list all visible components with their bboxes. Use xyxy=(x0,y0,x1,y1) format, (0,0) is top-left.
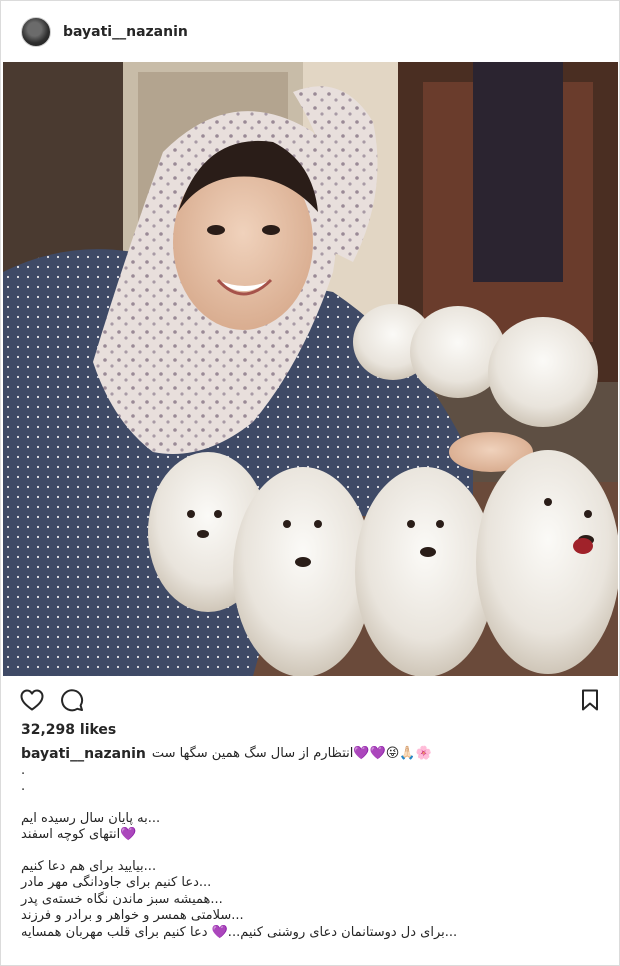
post-actions xyxy=(1,677,619,723)
comment-bubble-icon xyxy=(61,689,84,712)
caption-line: ...برای دل دوستانمان دعای روشنی کنیم...💜… xyxy=(21,924,458,940)
caption-dot-line: . xyxy=(21,779,26,794)
save-button[interactable] xyxy=(577,687,603,713)
comment-button[interactable] xyxy=(59,687,85,713)
caption-line: ...دعا کنیم برای جاودانگی مهر مادر xyxy=(21,875,212,890)
post-header: bayati__nazanin xyxy=(1,1,619,63)
instagram-post: bayati__nazanin 32,298 likes bayati__naz… xyxy=(0,0,620,966)
profile-avatar[interactable] xyxy=(21,17,51,47)
caption-line: 💜انتهای کوچه اسفند xyxy=(21,827,137,842)
post-photo[interactable] xyxy=(3,62,618,676)
post-caption: bayati__nazanin 🌸🙏🏻😜💜💜انتظارم از سال سگ … xyxy=(21,746,601,941)
post-photo-illustration xyxy=(3,62,618,676)
caption-first-line: bayati__nazanin 🌸🙏🏻😜💜💜انتظارم از سال سگ … xyxy=(21,746,601,763)
caption-line: ...همیشه سبز ماندن نگاه خسته‌ی پدر xyxy=(21,891,223,907)
heart-outline-icon xyxy=(20,689,44,711)
caption-username[interactable]: bayati__nazanin xyxy=(21,746,146,763)
bookmark-icon xyxy=(582,689,598,711)
like-button[interactable] xyxy=(19,687,45,713)
likes-count[interactable]: 32,298 likes xyxy=(21,722,116,738)
caption-title-text: 🌸🙏🏻😜💜💜انتظارم از سال سگ همین سگها ست xyxy=(151,746,432,761)
caption-line: ...به پایان سال رسیده ایم xyxy=(21,810,161,826)
caption-line: ...بیایید برای هم دعا کنیم xyxy=(21,858,157,874)
caption-line: ...سلامتی همسر و خواهر و برادر و فرزند xyxy=(21,908,244,923)
post-username[interactable]: bayati__nazanin xyxy=(63,24,188,40)
caption-dot-line: . xyxy=(21,762,26,778)
